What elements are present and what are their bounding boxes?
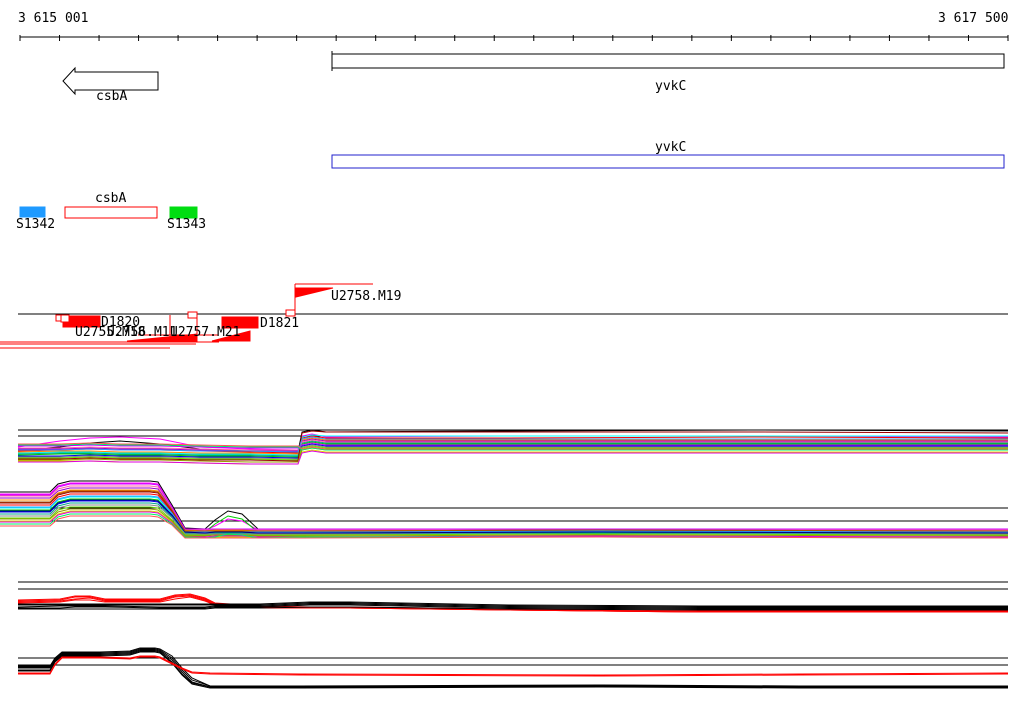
transcript-box-yvkc[interactable] bbox=[331, 154, 1005, 169]
label-u2756-m11[interactable]: U2756.M11 bbox=[107, 326, 177, 339]
panel-4-profile-line-3 bbox=[18, 649, 1008, 688]
ruler-start-coordinate: 3 615 001 bbox=[18, 11, 89, 26]
segment-box-s1342[interactable] bbox=[19, 206, 46, 218]
gene-label-yvkc[interactable]: yvkC bbox=[655, 80, 686, 93]
feature-anchor-square[interactable] bbox=[187, 311, 198, 319]
genome-browser-view: 3 615 001 3 617 500 yvkC yvkC csbA csbA … bbox=[0, 0, 1024, 714]
label-u2757-m21[interactable]: U2757.M21 bbox=[170, 326, 240, 339]
label-u2758-m19[interactable]: U2758.M19 bbox=[331, 290, 401, 303]
panel-4-profile-line-4 bbox=[18, 650, 1009, 689]
ruler-end-coordinate: 3 617 500 bbox=[938, 11, 1009, 26]
segment-label-s1343[interactable]: S1343 bbox=[167, 218, 206, 231]
segment-box-csba[interactable] bbox=[64, 206, 158, 219]
transcript-label-yvkc[interactable]: yvkC bbox=[655, 141, 686, 154]
label-d1821[interactable]: D1821 bbox=[260, 317, 299, 330]
feature-anchor-square[interactable] bbox=[60, 314, 70, 323]
genome-browser-canvas bbox=[0, 35, 1009, 689]
feature-anchor-square[interactable] bbox=[55, 314, 62, 322]
panel-4-profile-line-1 bbox=[18, 647, 1008, 687]
gene-box-yvkc[interactable] bbox=[331, 53, 1005, 69]
panel-4-profile-line-2 bbox=[18, 648, 1009, 688]
segment-label-s1342[interactable]: S1342 bbox=[16, 218, 55, 231]
panel-2-profile-line-7 bbox=[0, 500, 1008, 534]
panel-2-profile-line-3 bbox=[0, 498, 1008, 533]
gene-label-csba[interactable]: csbA bbox=[96, 90, 127, 103]
upshift-wedge[interactable] bbox=[295, 287, 334, 298]
segment-label-csba[interactable]: csbA bbox=[95, 192, 126, 205]
